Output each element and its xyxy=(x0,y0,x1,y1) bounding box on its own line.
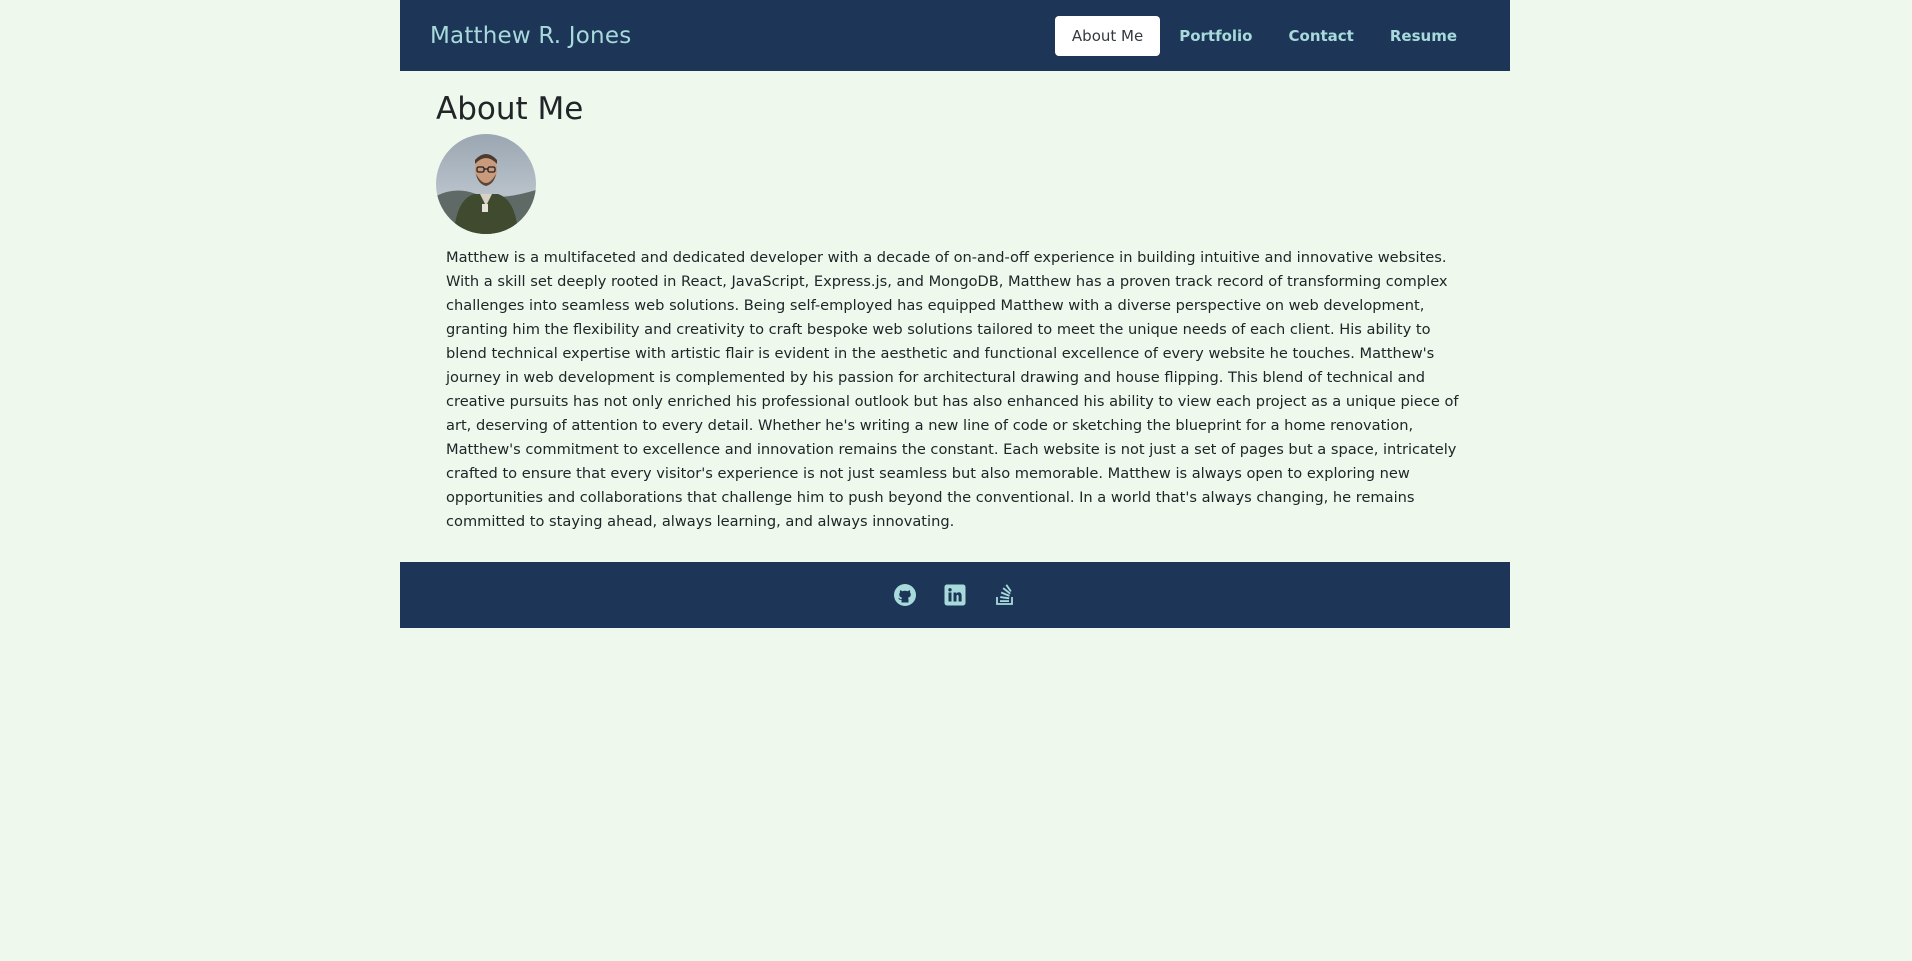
footer xyxy=(400,562,1510,629)
header: Matthew R. Jones About Me Portfolio Cont… xyxy=(400,0,1510,71)
bio-text: Matthew is a multifaceted and dedicated … xyxy=(446,249,1459,531)
main-content: About Me Matthew is a multifaceted and d… xyxy=(400,71,1510,562)
profile-photo xyxy=(436,134,536,235)
main-nav: About Me Portfolio Contact Resume xyxy=(1054,15,1474,56)
nav-portfolio[interactable]: Portfolio xyxy=(1162,16,1269,56)
page-title: About Me xyxy=(436,91,584,127)
linkedin-icon[interactable] xyxy=(942,582,968,608)
github-icon[interactable] xyxy=(892,582,918,608)
nav-resume[interactable]: Resume xyxy=(1373,16,1474,56)
nav-contact[interactable]: Contact xyxy=(1272,16,1371,56)
nav-about-me[interactable]: About Me xyxy=(1054,15,1161,56)
page-container: Matthew R. Jones About Me Portfolio Cont… xyxy=(400,0,1510,629)
stackoverflow-icon[interactable] xyxy=(992,582,1018,608)
brand-name[interactable]: Matthew R. Jones xyxy=(430,23,631,49)
